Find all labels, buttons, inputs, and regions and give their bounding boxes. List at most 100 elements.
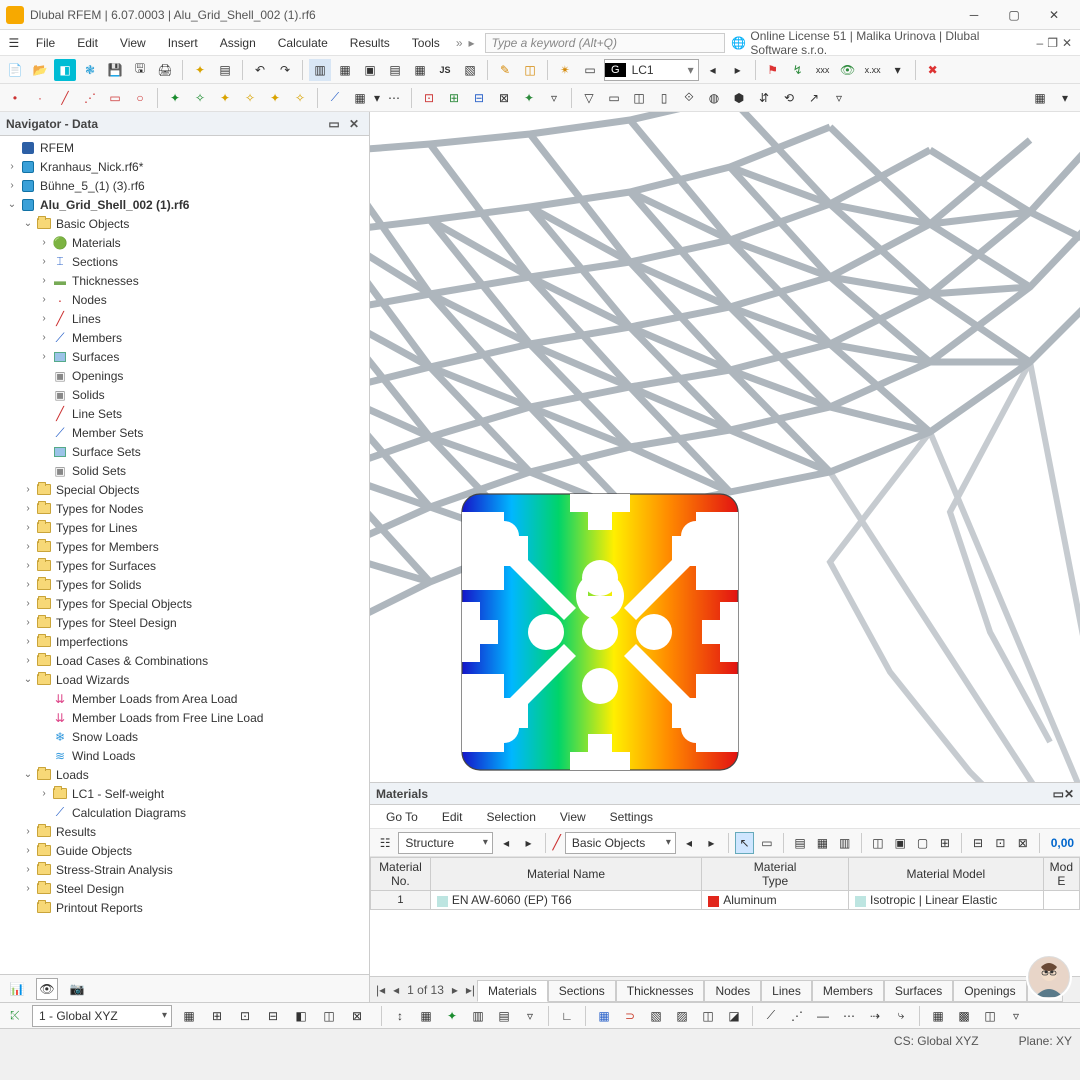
cs-b5-icon[interactable]: ◧	[290, 1005, 312, 1027]
mat-combo-basicobjects[interactable]: Basic Objects	[565, 832, 676, 854]
redo-icon[interactable]: ↷	[274, 59, 296, 81]
tree-item[interactable]: ›Types for Members	[0, 537, 369, 556]
tree-item[interactable]: ›Special Objects	[0, 480, 369, 499]
mat-menu-selection[interactable]: Selection	[477, 807, 546, 827]
tree-item[interactable]: ›Types for Special Objects	[0, 594, 369, 613]
cs-b2-icon[interactable]: ⊞	[206, 1005, 228, 1027]
bt-v4-icon[interactable]: ⋯	[838, 1005, 860, 1027]
mat-next-icon[interactable]: ▸	[519, 832, 537, 854]
tree-item[interactable]: ⌄Alu_Grid_Shell_002 (1).rf6	[0, 195, 369, 214]
mat-b9-icon[interactable]: ⊡	[991, 832, 1009, 854]
spark-icon[interactable]: ✴	[554, 59, 576, 81]
mat-menu-settings[interactable]: Settings	[600, 807, 663, 827]
th-model[interactable]: Material Model	[849, 858, 1044, 891]
spark-g1-icon[interactable]: ✦	[164, 87, 186, 109]
filter-icon[interactable]: ▽	[578, 87, 600, 109]
mat-box-icon[interactable]: ▭	[758, 832, 776, 854]
res-5-icon[interactable]: ▾	[887, 59, 909, 81]
node-icon[interactable]: •	[4, 87, 26, 109]
coord-system-combo[interactable]: 1 - Global XYZ	[32, 1005, 172, 1027]
bt-magnet-icon[interactable]: ⊃	[619, 1005, 641, 1027]
mix4-icon[interactable]: ⊠	[493, 87, 515, 109]
tab-materials[interactable]: Materials	[477, 980, 548, 1002]
spark-g2-icon[interactable]: ✧	[189, 87, 211, 109]
undo-icon[interactable]: ↶	[249, 59, 271, 81]
bt-angle-icon[interactable]: ∟	[556, 1005, 578, 1027]
menu-assign[interactable]: Assign	[210, 33, 266, 53]
tree-item[interactable]: ›Kranhaus_Nick.rf6*	[0, 157, 369, 176]
search-input[interactable]: Type a keyword (Alt+Q)	[485, 33, 725, 53]
mat-combo-structure[interactable]: Structure	[398, 832, 493, 854]
mat-b3-icon[interactable]: ▥	[836, 832, 854, 854]
mat-cursor-icon[interactable]: ↖	[735, 832, 753, 854]
dots-icon[interactable]: ⋯	[383, 87, 405, 109]
pick2-icon[interactable]: ◫	[519, 59, 541, 81]
mat-b1-icon[interactable]: ▤	[791, 832, 809, 854]
bt-s1-icon[interactable]: ▧	[645, 1005, 667, 1027]
bt-v6-icon[interactable]: ⤷	[890, 1005, 912, 1027]
panel-a-icon[interactable]: ▥	[309, 59, 331, 81]
grp7-icon[interactable]: ⇵	[753, 87, 775, 109]
tree-item[interactable]: ›Types for Surfaces	[0, 556, 369, 575]
grp1-icon[interactable]: ▭	[603, 87, 625, 109]
tab-nodes[interactable]: Nodes	[704, 980, 761, 1002]
materials-pin-icon[interactable]: ▭	[1053, 787, 1064, 801]
tree-item[interactable]: ›Types for Solids	[0, 575, 369, 594]
th-type[interactable]: Material Type	[702, 858, 849, 891]
mat-b8-icon[interactable]: ⊟	[969, 832, 987, 854]
doc-minimize-icon[interactable]: –	[1037, 36, 1044, 50]
materials-table[interactable]: Material No. Material Name Material Type…	[370, 857, 1080, 976]
mat-tree-icon[interactable]: ☷	[376, 832, 394, 854]
bt2-icon[interactable]: ▦	[415, 1005, 437, 1027]
tree-item[interactable]: ›Imperfections	[0, 632, 369, 651]
tree-item[interactable]: ▣Solids	[0, 385, 369, 404]
bt-s3-icon[interactable]: ◫	[697, 1005, 719, 1027]
bt-w3-icon[interactable]: ◫	[979, 1005, 1001, 1027]
spark-g5-icon[interactable]: ✦	[264, 87, 286, 109]
doc-close-icon[interactable]: ✕	[1062, 36, 1072, 50]
grp9-icon[interactable]: ↗	[803, 87, 825, 109]
menu-calculate[interactable]: Calculate	[268, 33, 338, 53]
saveall-icon[interactable]: 🖫	[129, 59, 151, 81]
bt-w1-icon[interactable]: ▦	[927, 1005, 949, 1027]
script-icon[interactable]: JS	[434, 59, 456, 81]
th-no[interactable]: Material No.	[371, 858, 431, 891]
bt-v3-icon[interactable]: —	[812, 1005, 834, 1027]
grp4-icon[interactable]: ⟐	[678, 87, 700, 109]
maximize-button[interactable]: ▢	[994, 1, 1034, 29]
navigator-pin-icon[interactable]: ▭	[325, 115, 343, 133]
block-icon[interactable]: ◧	[54, 59, 76, 81]
minimize-button[interactable]: ─	[954, 1, 994, 29]
mat-prev2-icon[interactable]: ◂	[680, 832, 698, 854]
line2-icon[interactable]: ⋰	[79, 87, 101, 109]
bt-v1-icon[interactable]: ⟋	[760, 1005, 782, 1027]
next-lc-icon[interactable]: ▸	[727, 59, 749, 81]
mat-b5-icon[interactable]: ▣	[891, 832, 909, 854]
tree-item[interactable]: ›🟢Materials	[0, 233, 369, 252]
tree-item[interactable]: ›Load Cases & Combinations	[0, 651, 369, 670]
tree-item[interactable]: ›⟋Members	[0, 328, 369, 347]
node2-icon[interactable]: ·	[29, 87, 51, 109]
tree-item[interactable]: ▣Solid Sets	[0, 461, 369, 480]
tree-item[interactable]: Surface Sets	[0, 442, 369, 461]
navigator-tree[interactable]: RFEM›Kranhaus_Nick.rf6*›Bühne_5_(1) (3).…	[0, 136, 369, 974]
tree-item[interactable]: ›Results	[0, 822, 369, 841]
res-4-icon[interactable]: x.xx	[862, 59, 884, 81]
cancel-icon[interactable]: ✖	[922, 59, 944, 81]
tree-item[interactable]: ▣Openings	[0, 366, 369, 385]
menu-overflow-icon[interactable]: »	[452, 36, 467, 50]
layout-4-icon[interactable]: ▧	[459, 59, 481, 81]
tree-item[interactable]: ›Types for Nodes	[0, 499, 369, 518]
tree-item[interactable]: ⌄Load Wizards	[0, 670, 369, 689]
page-prev-icon[interactable]: ◂	[391, 983, 401, 997]
mix5-icon[interactable]: ✦	[518, 87, 540, 109]
menu-edit[interactable]: Edit	[67, 33, 108, 53]
mat-b4-icon[interactable]: ◫	[869, 832, 887, 854]
tree-item[interactable]: ›╱Lines	[0, 309, 369, 328]
bt-v2-icon[interactable]: ⋰	[786, 1005, 808, 1027]
grid-icon[interactable]: ▦	[349, 87, 371, 109]
table-row[interactable]: 1 EN AW-6060 (EP) T66 Aluminum Isotropic…	[371, 891, 1080, 910]
tree-item[interactable]: ⟋Member Sets	[0, 423, 369, 442]
flag-red-icon[interactable]: ⚑	[762, 59, 784, 81]
circle-icon[interactable]: ○	[129, 87, 151, 109]
